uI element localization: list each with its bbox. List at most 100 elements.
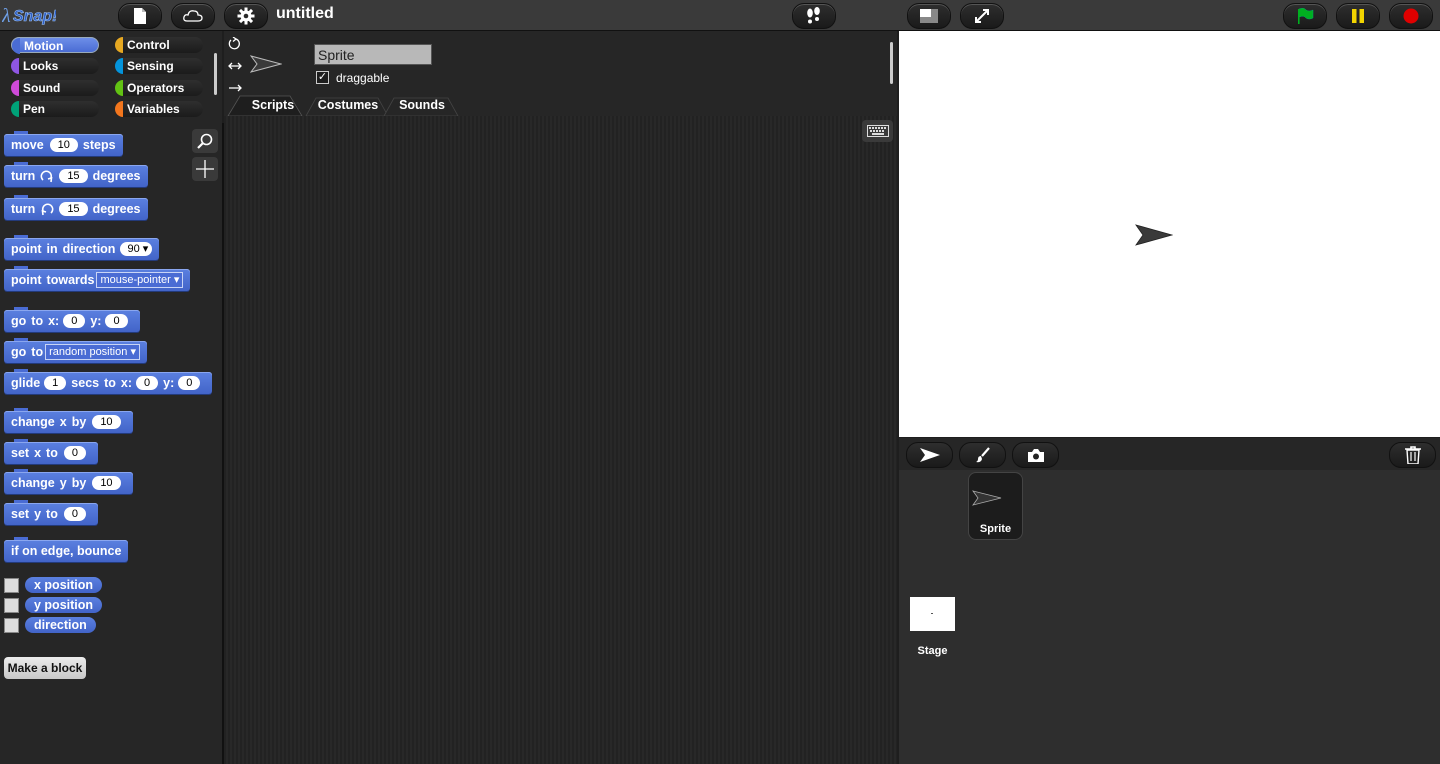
sprite-corral-icon[interactable]: Sprite — [968, 472, 1023, 540]
reporter-direction[interactable]: direction — [25, 617, 96, 633]
block-change-x-by[interactable]: change x by 10 — [4, 408, 133, 433]
sprite-name-field[interactable]: Sprite — [314, 44, 432, 65]
make-a-block-button[interactable]: Make a block — [4, 657, 86, 679]
block-input-slot[interactable]: 10 — [92, 415, 121, 429]
settings-menu-button[interactable] — [224, 3, 268, 29]
block-if-on-edge-bounce[interactable]: if on edge, bounce — [4, 537, 129, 562]
block-input-slot[interactable]: 0 — [105, 314, 128, 328]
block-change-y-by[interactable]: change y by 10 — [4, 469, 133, 494]
block-word: go — [11, 314, 27, 328]
cloud-menu-button[interactable] — [171, 3, 215, 29]
footprints-icon — [807, 7, 820, 24]
block-input-slot[interactable]: 0 — [63, 507, 86, 521]
delete-sprite-button[interactable] — [1389, 442, 1436, 468]
paintbrush-icon — [975, 447, 990, 463]
dropdown-value: mouse-pointer — [100, 274, 171, 286]
rotate-icon — [228, 36, 240, 50]
rotation-style-left-right[interactable] — [228, 59, 242, 77]
keyboard-entry-button[interactable] — [862, 120, 893, 142]
file-menu-button[interactable] — [118, 3, 162, 29]
block-input-slot[interactable]: 15 — [59, 202, 88, 216]
tab-scripts[interactable]: Scripts — [246, 95, 300, 115]
sprite-thumbnail-icon — [972, 490, 1002, 506]
block-input-slot[interactable]: 0 — [136, 376, 159, 390]
block-turn-clockwise[interactable]: turn 15 degrees — [4, 162, 148, 187]
block-glide[interactable]: glide 1 secs to x: 0 y: 0 — [4, 369, 213, 394]
category-sensing[interactable]: Sensing — [115, 58, 203, 74]
category-operators[interactable]: Operators — [115, 80, 203, 96]
turtle-arrow-icon — [919, 448, 940, 462]
block-input-slot[interactable]: 0 — [63, 314, 86, 328]
block-word: by — [71, 476, 87, 490]
category-scrollbar[interactable] — [214, 53, 217, 95]
category-motion[interactable]: Motion — [11, 37, 99, 54]
block-word: to — [46, 446, 58, 460]
block-word: x — [34, 446, 42, 460]
block-go-to-xy[interactable]: go to x: 0 y: 0 — [4, 307, 140, 332]
palette-add-button[interactable] — [192, 157, 218, 181]
block-word: y — [59, 476, 67, 490]
block-set-x-to[interactable]: set x to 0 — [4, 439, 98, 464]
block-input-slot[interactable]: 15 — [59, 169, 88, 183]
snap-logo[interactable]: λ Snap! — [1, 2, 58, 28]
category-pen[interactable]: Pen — [11, 101, 99, 117]
plus-icon — [196, 160, 214, 178]
block-input-slot[interactable]: 10 — [92, 476, 121, 490]
left-right-arrow-icon — [228, 62, 242, 70]
presentation-mode-button[interactable] — [960, 3, 1004, 29]
stage-size-toggle-button[interactable] — [907, 3, 951, 29]
watcher-checkbox-direction[interactable] — [4, 618, 19, 633]
position-dropdown[interactable]: random position ▾ — [45, 344, 140, 360]
camera-sprite-button[interactable] — [1012, 442, 1059, 468]
reporter-y-position[interactable]: y position — [25, 597, 103, 613]
direction-dropdown[interactable]: 90 ▾ — [120, 242, 153, 256]
category-variables[interactable]: Variables — [115, 101, 203, 117]
category-looks[interactable]: Looks — [11, 58, 99, 74]
tab-costumes[interactable]: Costumes — [316, 95, 380, 115]
rotation-style-can-rotate[interactable] — [228, 36, 242, 56]
watcher-checkbox-y-position[interactable] — [4, 598, 19, 613]
category-control[interactable]: Control — [115, 37, 203, 53]
block-word: to — [31, 314, 44, 328]
pause-button[interactable] — [1336, 3, 1380, 29]
block-word: glide — [11, 376, 41, 390]
dropdown-arrow-icon: ▾ — [130, 346, 136, 358]
block-point-in-direction[interactable]: point in direction 90 ▾ — [4, 235, 160, 260]
block-point-towards[interactable]: point towards mouse-pointer ▾ — [4, 266, 191, 291]
block-word: set — [11, 446, 30, 460]
block-go-to[interactable]: go to random position ▾ — [4, 338, 147, 363]
block-input-slot[interactable]: 0 — [63, 446, 86, 460]
block-input-slot[interactable]: 10 — [49, 138, 78, 152]
block-turn-counterclockwise[interactable]: turn 15 degrees — [4, 195, 148, 220]
project-title: untitled — [276, 5, 334, 22]
paint-new-sprite-button[interactable] — [959, 442, 1006, 468]
keyboard-icon — [866, 125, 889, 137]
watcher-checkbox-x-position[interactable] — [4, 578, 19, 593]
target-dropdown[interactable]: mouse-pointer ▾ — [96, 272, 184, 288]
block-set-y-to[interactable]: set y to 0 — [4, 500, 98, 525]
draggable-checkbox[interactable]: ✓ — [316, 71, 329, 84]
block-word: set — [11, 507, 30, 521]
add-turtle-sprite-button[interactable] — [906, 442, 953, 468]
block-input-slot[interactable]: 0 — [178, 376, 201, 390]
palette-search-button[interactable] — [192, 129, 218, 153]
single-stepping-button[interactable] — [792, 3, 836, 29]
scripting-area[interactable] — [224, 116, 897, 764]
sprite-bar-scrollbar[interactable] — [890, 42, 893, 84]
stage-thumbnail-sprite-dot — [931, 613, 933, 614]
block-move-steps[interactable]: move 10 steps — [4, 131, 123, 156]
green-flag-button[interactable] — [1283, 3, 1327, 29]
block-word: change — [11, 415, 55, 429]
category-sound[interactable]: Sound — [11, 80, 99, 96]
block-word: x: — [120, 376, 133, 390]
block-word: turn — [11, 169, 36, 183]
stop-button[interactable] — [1389, 3, 1433, 29]
sprite-on-stage[interactable] — [1135, 224, 1173, 246]
stage-corral-icon[interactable] — [910, 597, 955, 631]
block-input-slot[interactable]: 1 — [44, 376, 67, 390]
block-word: to — [104, 376, 116, 390]
reporter-x-position[interactable]: x position — [25, 577, 103, 593]
block-word: turn — [11, 202, 36, 216]
stage[interactable] — [899, 31, 1440, 437]
tab-sounds[interactable]: Sounds — [394, 95, 450, 115]
